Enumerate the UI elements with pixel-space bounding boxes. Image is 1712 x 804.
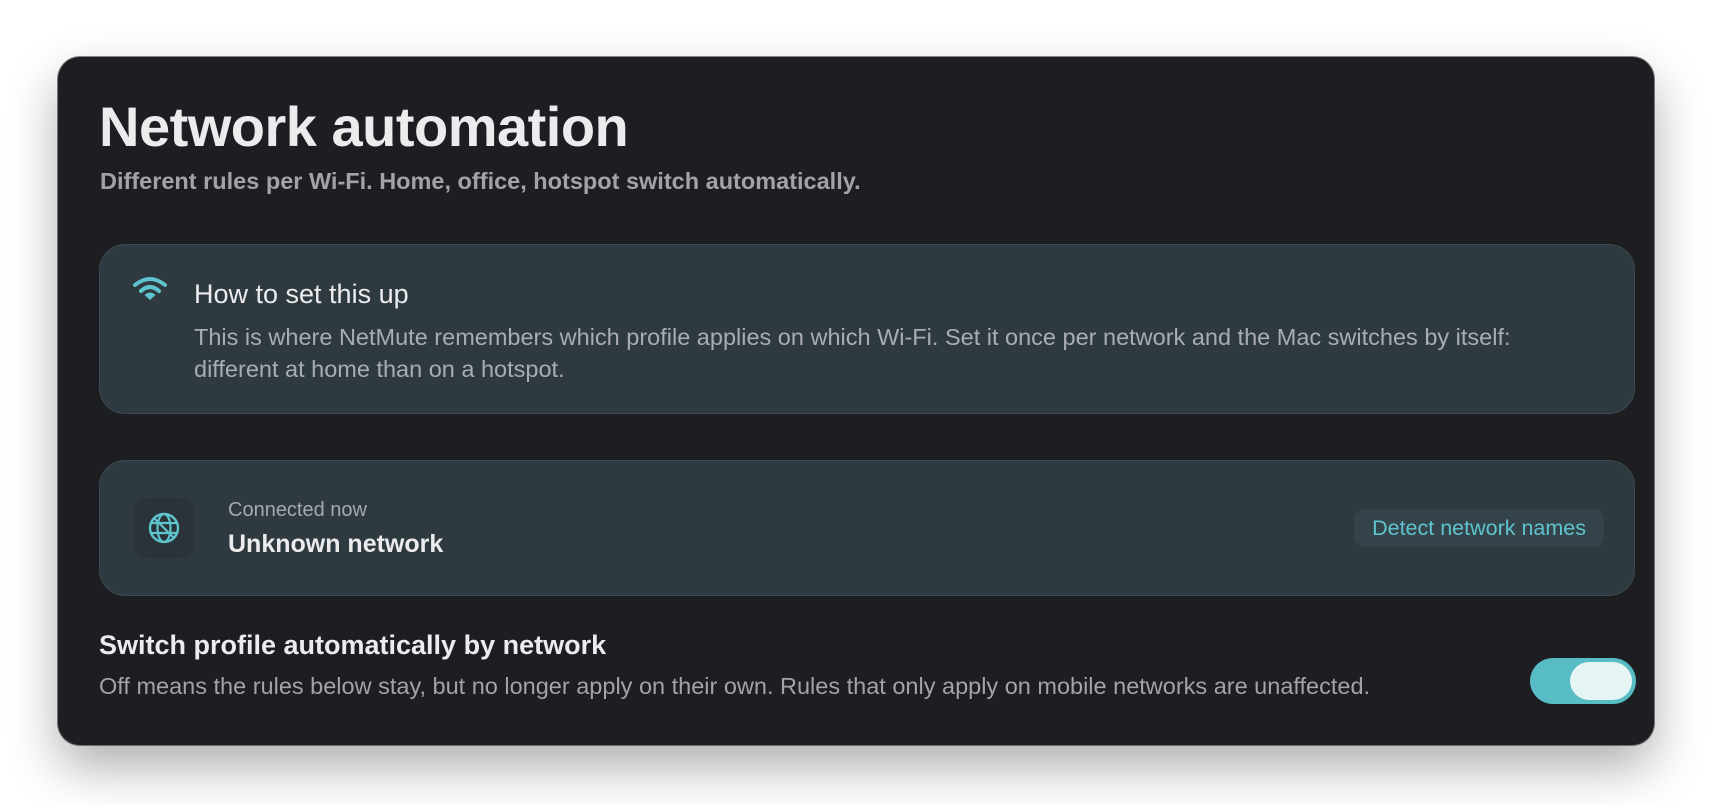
auto-switch-toggle[interactable] — [1530, 658, 1636, 704]
wifi-icon — [133, 277, 167, 300]
auto-switch-setting-title: Switch profile automatically by network — [99, 630, 607, 660]
current-network-card: Connected now Unknown network Detect net… — [99, 460, 1635, 596]
page-subtitle: Different rules per Wi-Fi. Home, office,… — [100, 168, 861, 194]
setup-info-card: How to set this up This is where NetMute… — [99, 244, 1635, 414]
connected-now-label: Connected now — [228, 499, 367, 521]
setup-info-body: This is where NetMute remembers which pr… — [194, 324, 1511, 382]
network-automation-window: Network automation Different rules per W… — [58, 57, 1654, 745]
globe-icon-container — [134, 498, 194, 558]
setup-info-title: How to set this up — [194, 279, 409, 309]
auto-switch-setting-description: Off means the rules below stay, but no l… — [99, 673, 1371, 699]
globe-icon — [148, 512, 180, 544]
current-network-name: Unknown network — [228, 530, 444, 558]
toggle-knob — [1570, 662, 1632, 700]
detect-network-names-button[interactable]: Detect network names — [1354, 509, 1604, 547]
page-title: Network automation — [99, 95, 629, 158]
